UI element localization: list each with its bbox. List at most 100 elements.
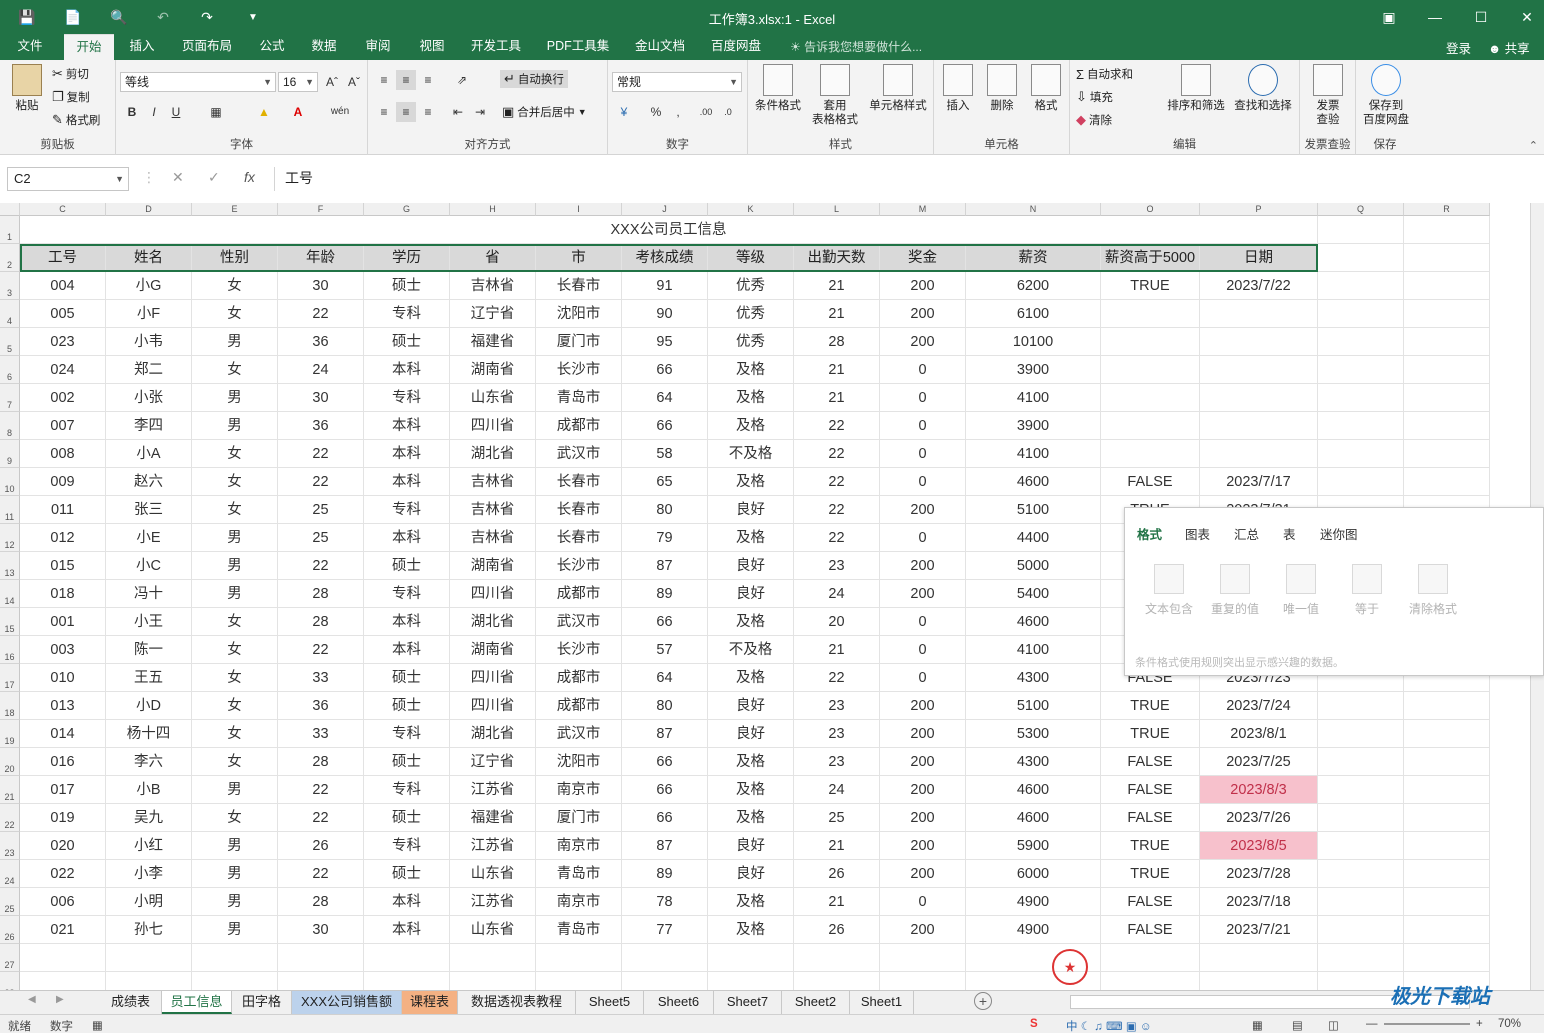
table-cell[interactable]: 4900 <box>966 888 1101 916</box>
table-cell[interactable]: 本科 <box>364 440 450 468</box>
table-cell[interactable] <box>1101 328 1200 356</box>
table-cell[interactable]: 21 <box>794 832 880 860</box>
table-cell[interactable]: 66 <box>622 776 708 804</box>
empty-cell[interactable] <box>1404 412 1490 440</box>
table-cell[interactable]: 吉林省 <box>450 468 536 496</box>
table-cell[interactable]: 2023/8/5 <box>1200 832 1318 860</box>
decrease-decimal-icon[interactable]: .0 <box>718 102 738 122</box>
table-cell[interactable]: 成都市 <box>536 692 622 720</box>
table-cell[interactable]: 良好 <box>708 552 794 580</box>
table-cell[interactable]: 湖南省 <box>450 356 536 384</box>
table-cell[interactable]: 江苏省 <box>450 888 536 916</box>
empty-cell[interactable] <box>708 944 794 972</box>
table-cell[interactable]: FALSE <box>1101 748 1200 776</box>
empty-cell[interactable] <box>536 944 622 972</box>
clear-button[interactable]: ◆ 清除 <box>1076 112 1112 128</box>
increase-font-icon[interactable]: Aˆ <box>322 72 342 92</box>
table-cell[interactable]: 长沙市 <box>536 356 622 384</box>
table-cell[interactable]: 山东省 <box>450 860 536 888</box>
table-cell[interactable]: 200 <box>880 580 966 608</box>
table-cell[interactable]: 本科 <box>364 608 450 636</box>
column-header[interactable]: I <box>536 203 622 216</box>
table-cell[interactable]: TRUE <box>1101 860 1200 888</box>
table-cell[interactable]: 辽宁省 <box>450 748 536 776</box>
table-cell[interactable]: 硕士 <box>364 692 450 720</box>
name-box[interactable]: C2 ▼ <box>7 167 129 191</box>
tab-kingsoft-docs[interactable]: 金山文档 <box>628 34 692 60</box>
table-cell[interactable]: 硕士 <box>364 552 450 580</box>
empty-cell[interactable] <box>1404 944 1490 972</box>
table-cell[interactable]: 及格 <box>708 664 794 692</box>
sheet-tab[interactable]: Sheet7 <box>714 991 782 1014</box>
cell-styles-button[interactable]: 单元格样式 <box>864 64 932 113</box>
table-cell[interactable]: 022 <box>20 860 106 888</box>
empty-cell[interactable] <box>1318 412 1404 440</box>
table-cell[interactable]: 武汉市 <box>536 608 622 636</box>
table-cell[interactable]: 28 <box>794 328 880 356</box>
table-cell[interactable]: 男 <box>192 524 278 552</box>
table-cell[interactable]: 36 <box>278 328 364 356</box>
table-cell[interactable]: 福建省 <box>450 328 536 356</box>
empty-cell[interactable] <box>536 972 622 990</box>
column-header[interactable]: H <box>450 203 536 216</box>
table-cell[interactable]: 吴九 <box>106 804 192 832</box>
row-header[interactable]: 3 <box>0 272 20 300</box>
table-cell[interactable]: 0 <box>880 384 966 412</box>
empty-cell[interactable] <box>1318 944 1404 972</box>
save-baidu-button[interactable]: 保存到 百度网盘 <box>1358 64 1414 127</box>
tab-baidu-pan[interactable]: 百度网盘 <box>704 34 768 60</box>
empty-cell[interactable] <box>1404 804 1490 832</box>
table-cell[interactable]: 25 <box>794 804 880 832</box>
empty-cell[interactable] <box>1318 860 1404 888</box>
table-cell[interactable]: 25 <box>278 524 364 552</box>
table-cell[interactable]: 24 <box>794 580 880 608</box>
table-cell[interactable]: 辽宁省 <box>450 300 536 328</box>
zoom-level[interactable]: 70% <box>1498 1018 1521 1030</box>
table-cell[interactable]: 专科 <box>364 832 450 860</box>
empty-cell[interactable] <box>1404 216 1490 244</box>
empty-cell[interactable] <box>278 944 364 972</box>
table-cell[interactable]: 湖南省 <box>450 636 536 664</box>
table-cell[interactable]: 24 <box>278 356 364 384</box>
table-cell[interactable]: 30 <box>278 384 364 412</box>
table-cell[interactable]: 0 <box>880 608 966 636</box>
table-cell[interactable]: 4400 <box>966 524 1101 552</box>
table-cell[interactable]: 018 <box>20 580 106 608</box>
font-size-select[interactable]: 16 ▼ <box>278 72 318 92</box>
table-cell[interactable]: 2023/7/18 <box>1200 888 1318 916</box>
table-cell[interactable]: 成都市 <box>536 580 622 608</box>
empty-cell[interactable] <box>880 944 966 972</box>
empty-cell[interactable] <box>1318 384 1404 412</box>
empty-cell[interactable] <box>1404 468 1490 496</box>
row-header[interactable]: 1 <box>0 216 20 244</box>
maximize-button[interactable]: ☐ <box>1458 0 1504 34</box>
table-cell[interactable]: 长春市 <box>536 272 622 300</box>
table-cell[interactable]: 南京市 <box>536 888 622 916</box>
table-cell[interactable]: 张三 <box>106 496 192 524</box>
table-cell[interactable]: 四川省 <box>450 580 536 608</box>
row-header[interactable]: 22 <box>0 804 20 832</box>
table-cell[interactable] <box>1200 412 1318 440</box>
empty-cell[interactable] <box>1318 300 1404 328</box>
zoom-out-icon[interactable]: — <box>1366 1018 1378 1030</box>
sheet-tab[interactable]: XXX公司销售额 <box>292 991 402 1014</box>
table-cell[interactable]: 湖南省 <box>450 552 536 580</box>
table-cell[interactable]: TRUE <box>1101 832 1200 860</box>
table-cell[interactable]: 小李 <box>106 860 192 888</box>
worksheet[interactable]: C D E F G H I J K L M N O P Q R 1 2 3 4 5 6 7 8 9 10 11 12 13 14 15 16 1… <box>0 203 1544 990</box>
table-cell[interactable]: 200 <box>880 776 966 804</box>
table-cell[interactable]: 不及格 <box>708 636 794 664</box>
empty-cell[interactable] <box>1404 692 1490 720</box>
empty-cell[interactable] <box>106 944 192 972</box>
table-cell[interactable]: 青岛市 <box>536 384 622 412</box>
italic-icon[interactable]: I <box>144 102 164 122</box>
table-cell[interactable]: 200 <box>880 832 966 860</box>
empty-cell[interactable] <box>708 972 794 990</box>
table-cell[interactable]: 25 <box>278 496 364 524</box>
fill-color-icon[interactable]: ▲ <box>254 102 274 122</box>
empty-cell[interactable] <box>1404 384 1490 412</box>
tab-developer[interactable]: 开发工具 <box>464 34 528 60</box>
table-cell[interactable] <box>1200 384 1318 412</box>
table-cell[interactable]: 女 <box>192 272 278 300</box>
table-cell[interactable]: 青岛市 <box>536 916 622 944</box>
